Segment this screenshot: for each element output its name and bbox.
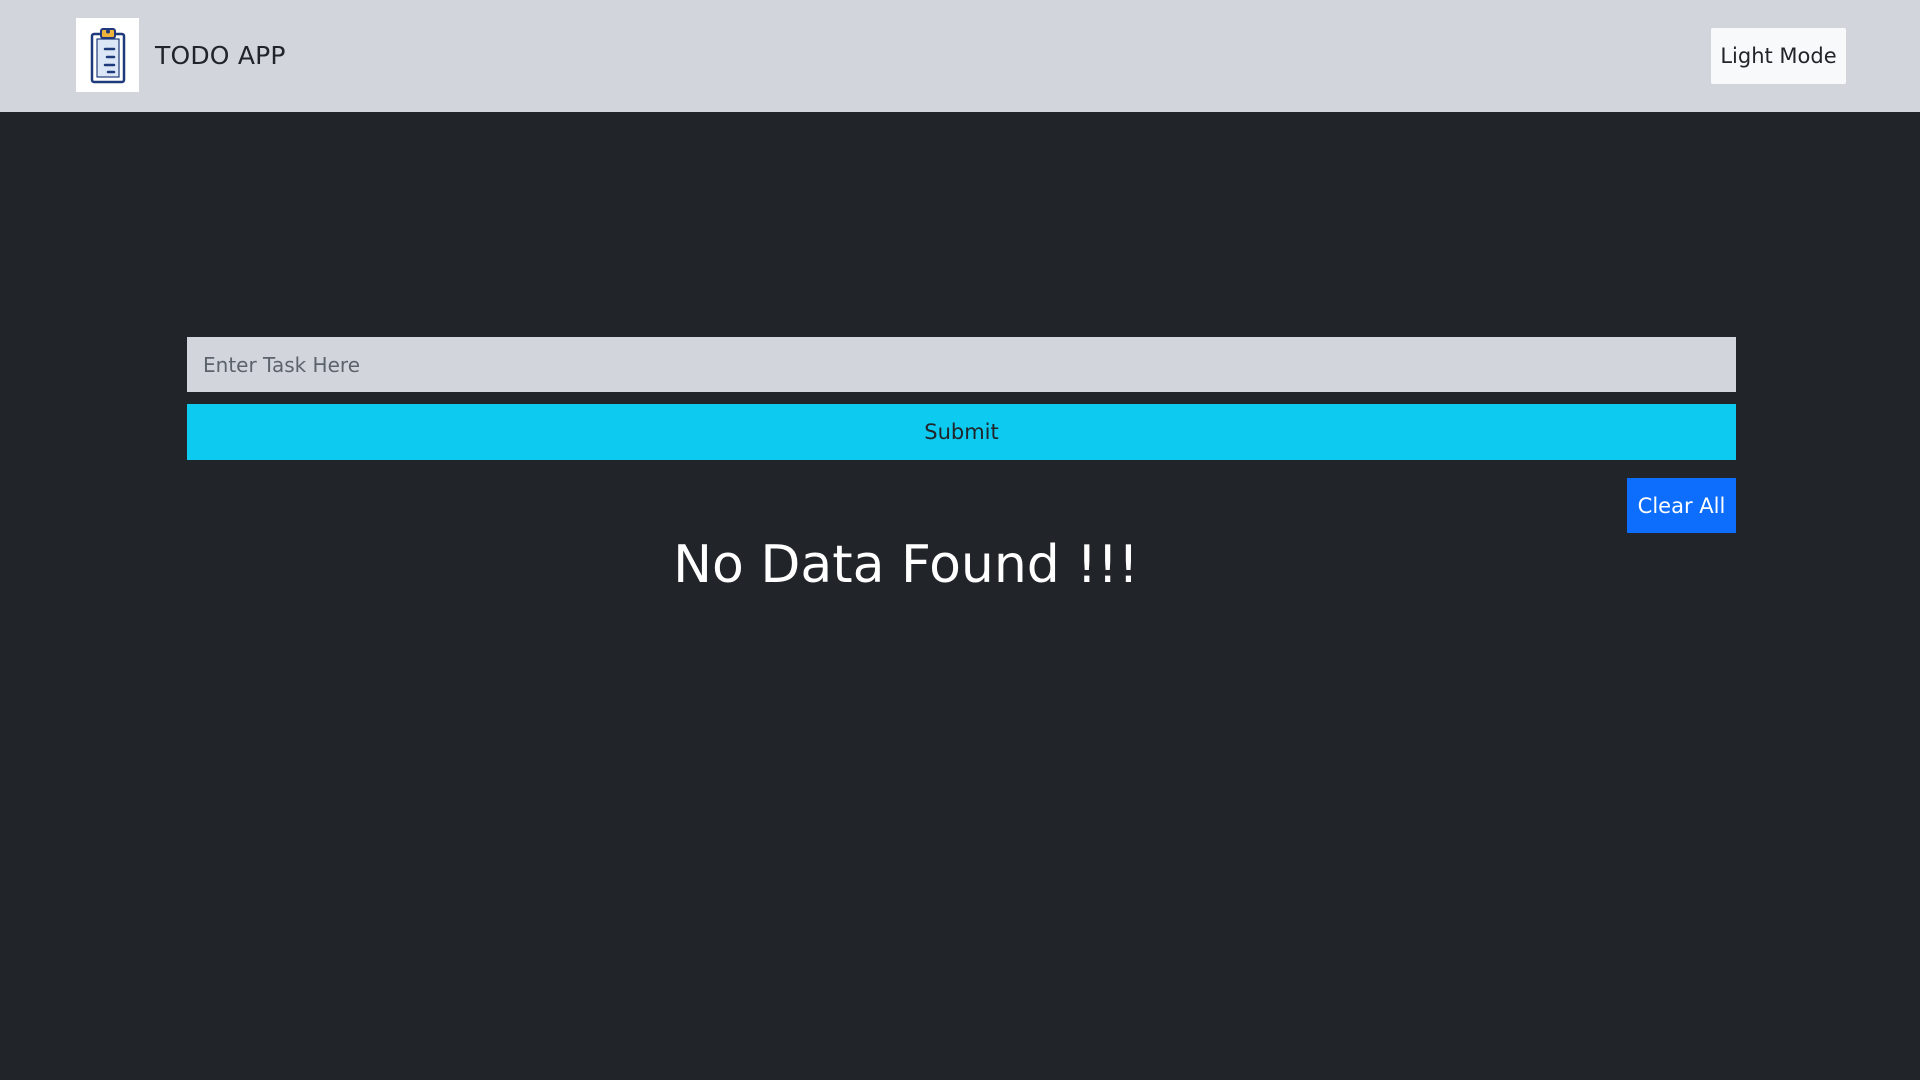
submit-button[interactable]: Submit bbox=[187, 404, 1736, 460]
light-mode-button[interactable]: Light Mode bbox=[1711, 28, 1846, 84]
empty-state-message: No Data Found !!! bbox=[673, 535, 1139, 595]
clear-all-button[interactable]: Clear All bbox=[1627, 478, 1736, 533]
task-input[interactable] bbox=[187, 337, 1736, 392]
logo bbox=[76, 18, 139, 92]
navbar: TODO APP Light Mode bbox=[0, 0, 1920, 112]
clipboard-list-icon bbox=[90, 28, 125, 84]
brand-link[interactable]: TODO APP bbox=[76, 18, 286, 92]
app-title: TODO APP bbox=[155, 40, 286, 70]
